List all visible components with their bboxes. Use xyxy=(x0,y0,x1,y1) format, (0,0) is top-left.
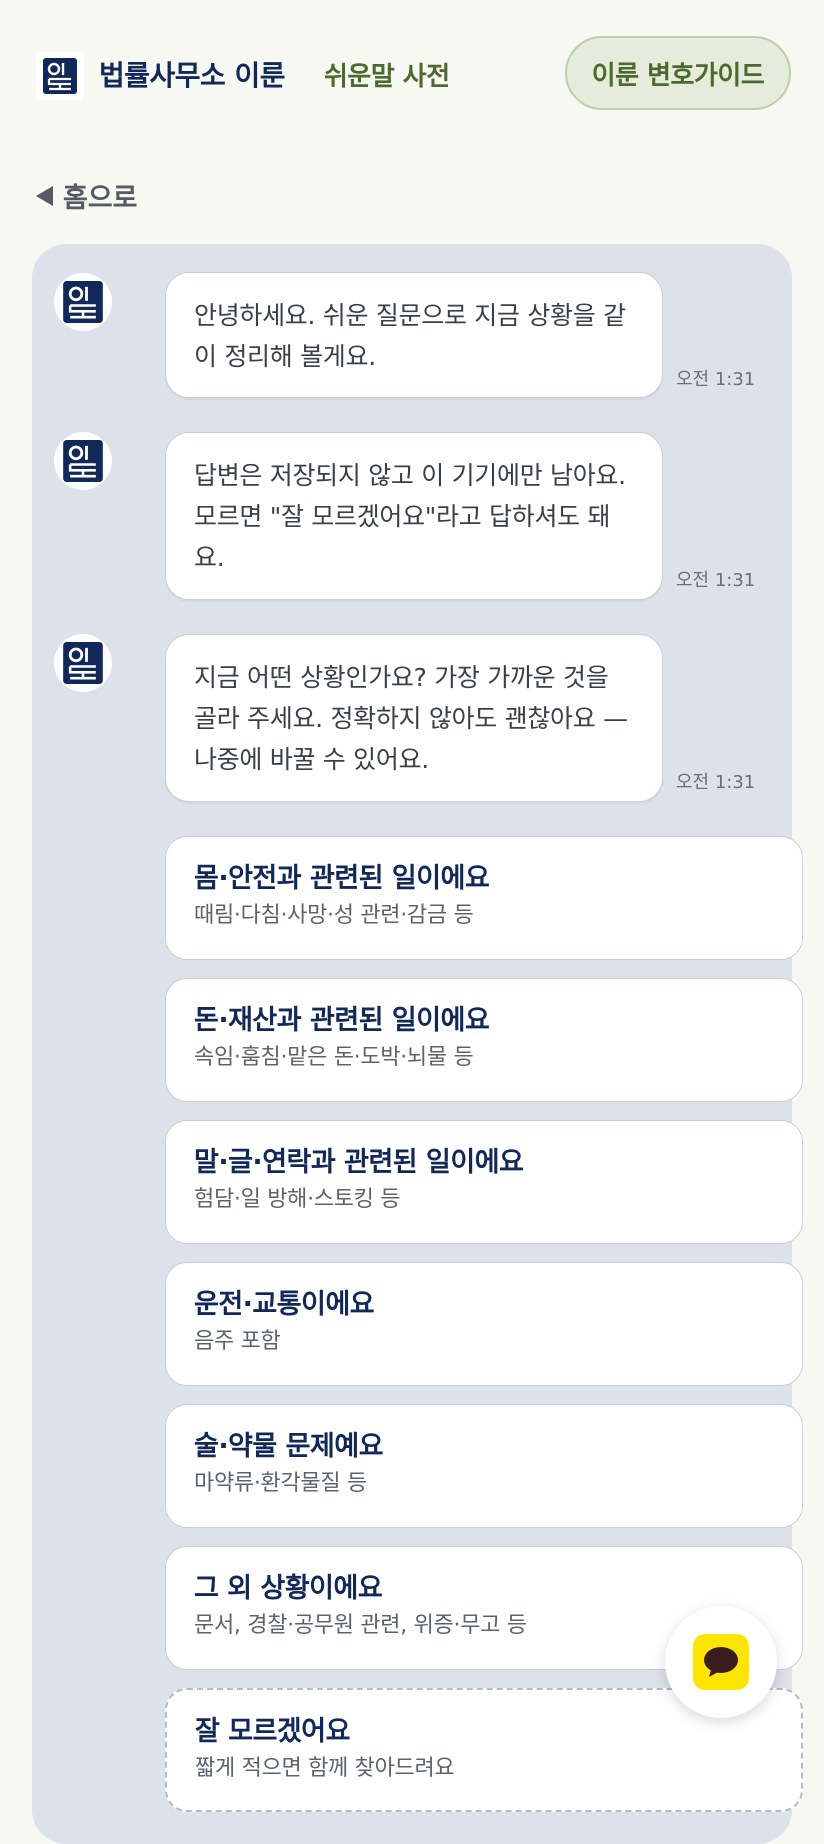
option-title: 몸·안전과 관련된 일이에요 xyxy=(194,863,490,894)
law-book-icon xyxy=(43,58,77,94)
guide-button[interactable]: 이룬 변호가이드 xyxy=(565,36,791,110)
option-subtitle: 짧게 적으면 함께 찾아드려요 xyxy=(195,1756,455,1781)
chat-bubble-icon xyxy=(693,1634,749,1690)
message-time: 오전 1:31 xyxy=(676,570,756,591)
option-title: 운전·교통이에요 xyxy=(194,1289,375,1320)
option-alcohol-drugs[interactable]: 술·약물 문제예요 마약류·환각물질 등 xyxy=(165,1404,803,1528)
option-title: 술·약물 문제예요 xyxy=(194,1431,384,1462)
logo[interactable] xyxy=(36,52,84,100)
bot-message: 지금 어떤 상황인가요? 가장 가까운 것을 골라 주세요. 정확하지 않아도 … xyxy=(165,634,663,802)
law-book-icon xyxy=(63,642,103,684)
bot-avatar xyxy=(54,634,112,692)
option-driving-traffic[interactable]: 운전·교통이에요 음주 포함 xyxy=(165,1262,803,1386)
law-book-icon xyxy=(63,281,103,323)
option-subtitle: 험담·일 방해·스토킹 등 xyxy=(194,1187,401,1212)
option-subtitle: 음주 포함 xyxy=(194,1329,281,1354)
triangle-left-icon xyxy=(36,185,53,206)
message-time: 오전 1:31 xyxy=(676,369,756,390)
back-home-link[interactable]: 홈으로 xyxy=(36,176,138,215)
option-title: 돈·재산과 관련된 일이에요 xyxy=(194,1005,490,1036)
chat-panel: 안녕하세요. 쉬운 질문으로 지금 상황을 같이 정리해 볼게요. 오전 1:3… xyxy=(32,244,803,1844)
option-money-property[interactable]: 돈·재산과 관련된 일이에요 속임·훔침·맡은 돈·도박·뇌물 등 xyxy=(165,978,803,1102)
kakao-chat-button[interactable] xyxy=(665,1606,777,1718)
brand-title[interactable]: 법률사무소 이룬 xyxy=(99,54,286,94)
bot-avatar xyxy=(54,432,112,490)
bot-message: 답변은 저장되지 않고 이 기기에만 남아요. 모르면 "잘 모르겠어요"라고 … xyxy=(165,432,663,600)
back-home-label: 홈으로 xyxy=(63,183,138,214)
option-title: 잘 모르겠어요 xyxy=(195,1716,350,1747)
bot-avatar xyxy=(54,273,112,331)
message-time: 오전 1:31 xyxy=(676,772,756,793)
option-speech-contact[interactable]: 말·글·연락과 관련된 일이에요 험담·일 방해·스토킹 등 xyxy=(165,1120,803,1244)
option-subtitle: 속임·훔침·맡은 돈·도박·뇌물 등 xyxy=(194,1045,474,1070)
header: 법률사무소 이룬 쉬운말 사전 이룬 변호가이드 xyxy=(0,0,824,150)
law-book-icon xyxy=(63,440,103,482)
option-title: 그 외 상황이에요 xyxy=(194,1573,383,1604)
option-title: 말·글·연락과 관련된 일이에요 xyxy=(194,1147,524,1178)
option-body-safety[interactable]: 몸·안전과 관련된 일이에요 때림·다침·사망·성 관련·감금 등 xyxy=(165,836,803,960)
dictionary-link[interactable]: 쉬운말 사전 xyxy=(324,56,450,93)
option-subtitle: 마약류·환각물질 등 xyxy=(194,1471,367,1496)
bot-message: 안녕하세요. 쉬운 질문으로 지금 상황을 같이 정리해 볼게요. xyxy=(165,272,663,398)
option-subtitle: 때림·다침·사망·성 관련·감금 등 xyxy=(194,903,474,928)
